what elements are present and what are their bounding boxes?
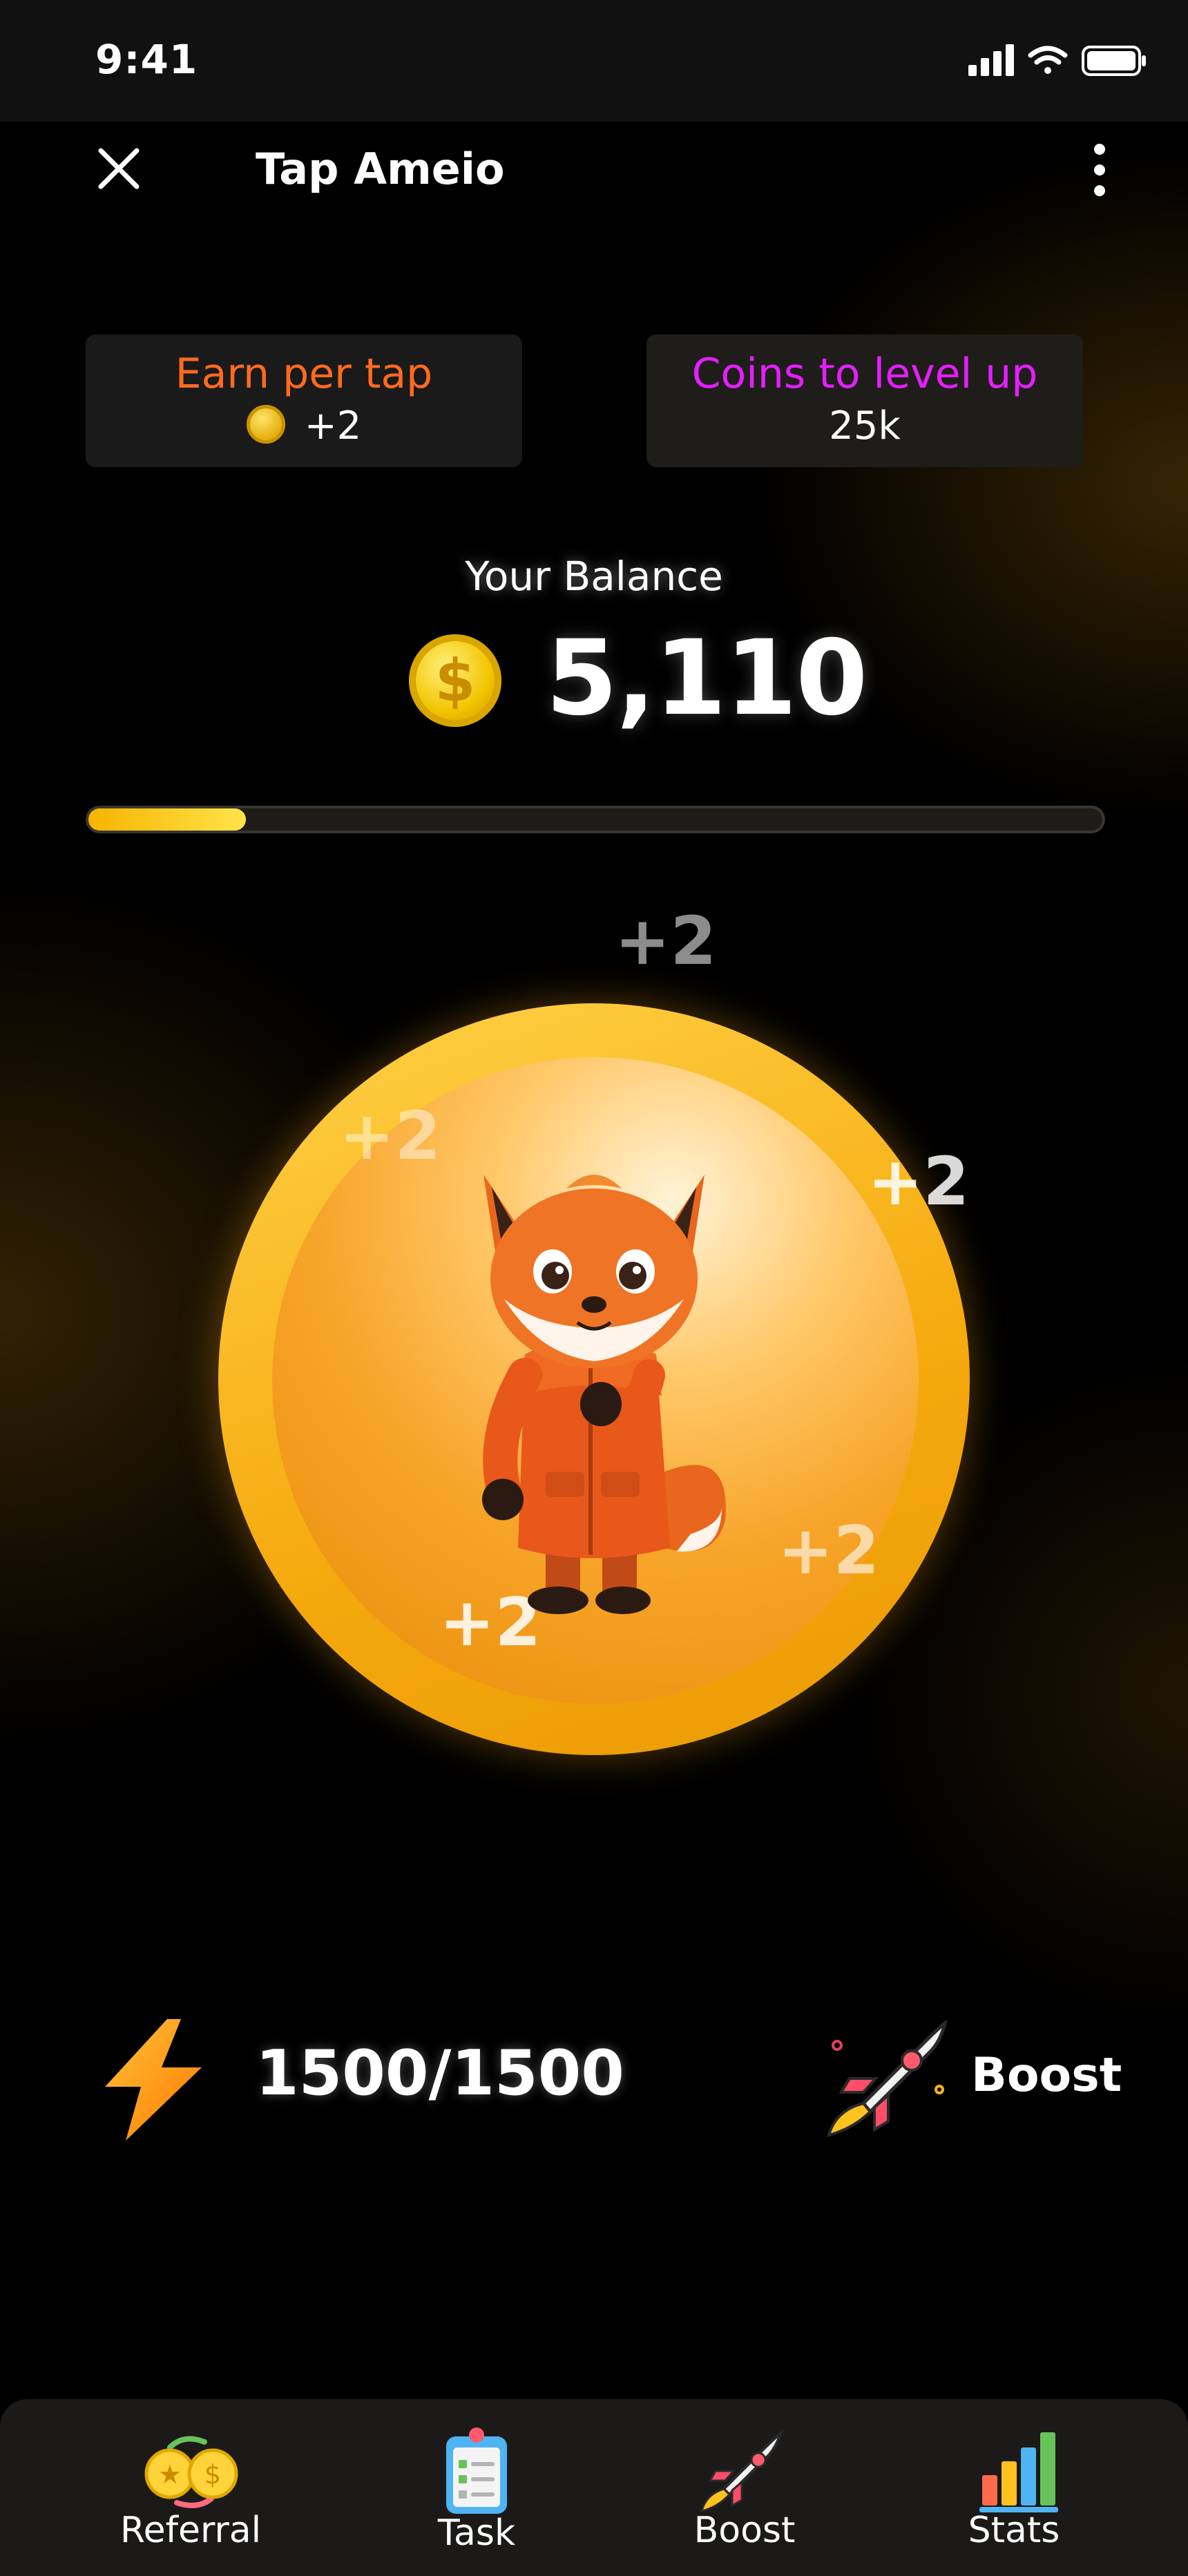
tap-reward-popup: +2 xyxy=(615,902,717,980)
balance-value: 5,110 xyxy=(546,618,868,739)
more-icon xyxy=(1094,144,1105,155)
rocket-icon xyxy=(827,2020,948,2137)
level-progress-fill xyxy=(88,808,246,831)
referral-icon: ★ $ xyxy=(144,2436,238,2508)
earn-per-tap-value: +2 xyxy=(304,404,362,448)
stats-bar-chart-icon xyxy=(979,2432,1058,2512)
nav-item-referral[interactable]: ★ $ Referral xyxy=(87,2399,294,2576)
bottom-nav: ★ $ Referral Task Boost Stats xyxy=(0,2399,1188,2576)
status-bar: 9:41 xyxy=(0,0,1188,122)
nav-label-stats: Stats xyxy=(968,2510,1060,2551)
wifi-icon xyxy=(1028,46,1068,74)
close-button[interactable] xyxy=(97,146,141,191)
balance-label: Your Balance xyxy=(465,553,723,600)
nav-label-boost: Boost xyxy=(693,2510,796,2551)
tap-reward-popup: +2 xyxy=(339,1097,441,1175)
coin-icon: $ xyxy=(409,634,501,727)
app-screen: 9:41 Tap Ameio Earn per tap +2 Coins to … xyxy=(0,0,1188,2576)
fox-mascot-image xyxy=(482,1175,726,1614)
nav-label-referral: Referral xyxy=(119,2510,262,2551)
tap-reward-popup: +2 xyxy=(778,1512,880,1589)
earn-per-tap-card: Earn per tap +2 xyxy=(86,334,522,467)
coins-to-level-value: 25k xyxy=(829,404,901,448)
earn-per-tap-label: Earn per tap xyxy=(175,350,433,398)
battery-icon xyxy=(1082,46,1146,76)
level-progress-bar xyxy=(86,806,1105,833)
close-icon xyxy=(98,148,140,189)
coin-icon xyxy=(246,404,285,444)
signal-icon xyxy=(968,44,1014,76)
more-options-button[interactable] xyxy=(1082,138,1118,200)
nav-label-task: Task xyxy=(437,2512,516,2554)
boost-button[interactable]: Boost xyxy=(822,2020,1122,2138)
boost-label: Boost xyxy=(971,2048,1122,2103)
tap-reward-popup: +2 xyxy=(868,1143,970,1220)
nav-item-stats[interactable]: Stats xyxy=(910,2399,1118,2576)
status-icons xyxy=(968,43,1148,80)
nav-item-task[interactable]: Task xyxy=(373,2399,580,2576)
lightning-icon xyxy=(105,2019,202,2141)
nav-item-boost[interactable]: Boost xyxy=(641,2399,848,2576)
app-title: Tap Ameio xyxy=(256,144,505,194)
coins-to-level-label: Coins to level up xyxy=(691,350,1038,398)
svg-text:★: ★ xyxy=(158,2459,182,2490)
energy-counter: 1500/1500 xyxy=(256,2037,624,2110)
status-time: 9:41 xyxy=(95,36,198,83)
svg-text:$: $ xyxy=(204,2459,221,2490)
rocket-icon xyxy=(700,2430,783,2513)
coins-to-level-card: Coins to level up 25k xyxy=(646,334,1083,467)
task-clipboard-icon xyxy=(446,2427,507,2514)
